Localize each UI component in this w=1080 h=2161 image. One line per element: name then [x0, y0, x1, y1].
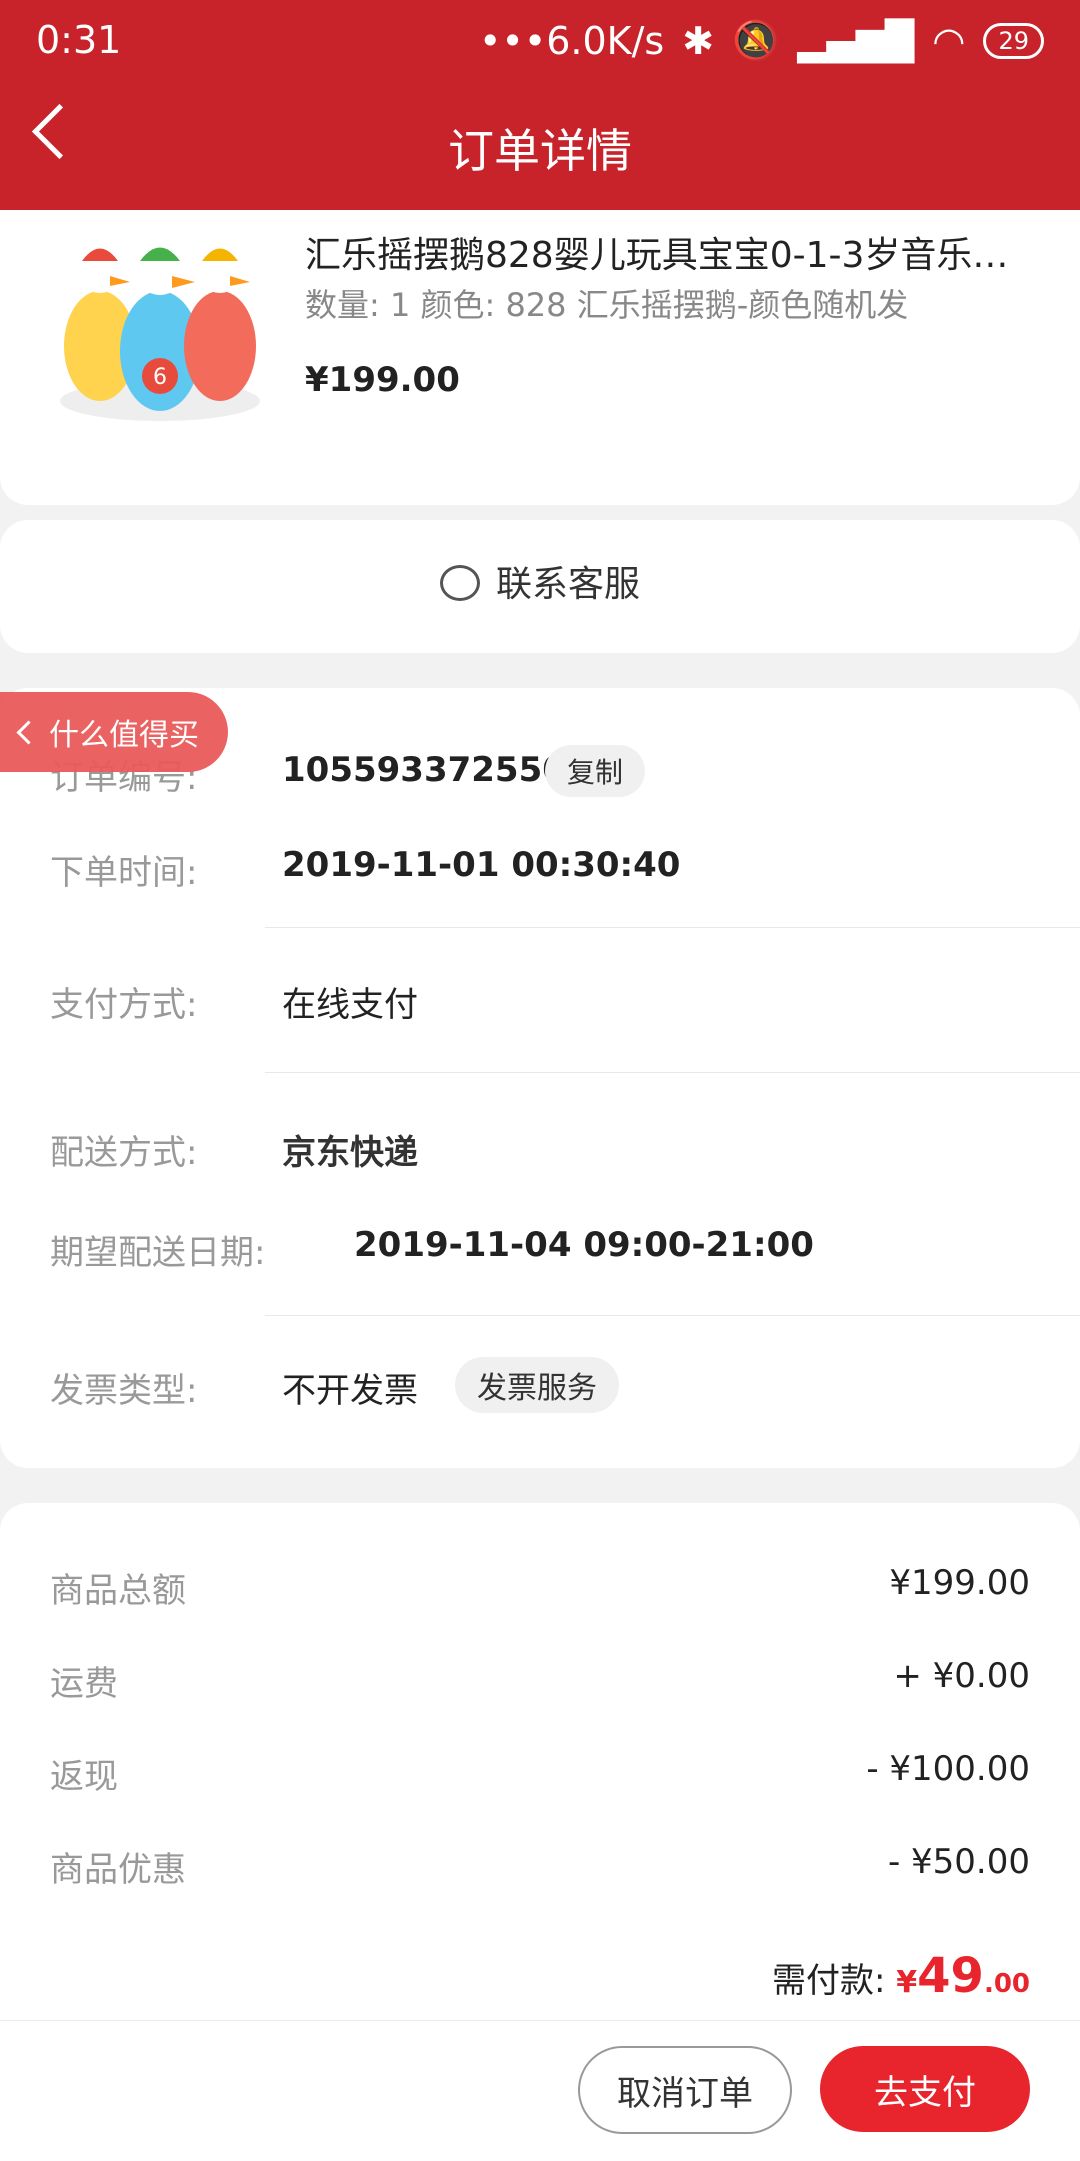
cancel-order-button[interactable]: 取消订单 [578, 2046, 792, 2134]
page-title: 订单详情 [448, 124, 632, 178]
svg-text:6: 6 [153, 365, 167, 390]
battery-icon: 29 [983, 22, 1044, 59]
wifi-icon: ◠ [932, 18, 966, 63]
contact-service-button[interactable]: 联系客服 [0, 555, 1080, 607]
payment-label: 支付方式: [50, 985, 198, 1025]
product-title[interactable]: 汇乐摇摆鹅828婴儿玩具宝宝0-1-3岁音乐早... [305, 226, 1025, 278]
bluetooth-icon: ✱ [682, 18, 715, 63]
summary-label-discount: 商品优惠 [50, 1850, 186, 1890]
invoice-service-button[interactable]: 发票服务 [455, 1357, 619, 1413]
summary-label-shipping: 运费 [50, 1664, 118, 1704]
invoice-value: 不开发票 [282, 1371, 418, 1411]
expected-date-value: 2019-11-04 09:00-21:00 [354, 1225, 814, 1265]
product-spec: 数量: 1 颜色: 828 汇乐摇摆鹅-颜色随机发 [305, 286, 909, 324]
summary-value-total: ¥199.00 [889, 1563, 1030, 1603]
amount-due-currency: ¥ [896, 1965, 918, 2000]
amount-due: 需付款: ¥49.00 [772, 1948, 1030, 2004]
order-time-value: 2019-11-01 00:30:40 [282, 845, 681, 885]
signal-icon: ▂▄▆█ [797, 18, 915, 63]
app-header: 0:31 •••6.0K/s ✱ 🔕 ▂▄▆█ ◠ 29 订单详情 [0, 0, 1080, 210]
summary-value-discount: - ¥50.00 [887, 1842, 1030, 1882]
copy-button[interactable]: 复制 [545, 745, 646, 797]
expected-date-label: 期望配送日期: [50, 1233, 266, 1273]
product-price: ¥199.00 [305, 360, 460, 400]
pay-button[interactable]: 去支付 [820, 2046, 1030, 2132]
product-image: 6 [60, 247, 260, 421]
summary-label-total: 商品总额 [50, 1571, 186, 1611]
floating-return-badge[interactable]: 什么值得买 [0, 692, 228, 772]
summary-label-cashback: 返现 [50, 1757, 118, 1797]
status-time: 0:31 [36, 18, 122, 62]
network-speed: •••6.0K/s [479, 18, 665, 63]
divider [265, 1315, 1080, 1316]
amount-due-label: 需付款: [771, 1961, 886, 2001]
floating-badge-label: 什么值得买 [49, 718, 199, 753]
order-info-card [0, 688, 1080, 1468]
mute-icon: 🔕 [732, 18, 780, 62]
contact-service-label: 联系客服 [495, 564, 640, 605]
chevron-left-icon [16, 719, 41, 745]
summary-value-shipping: + ¥0.00 [893, 1656, 1030, 1696]
amount-due-decimal: .00 [983, 1969, 1030, 1999]
order-no-value: 105593372550 [282, 750, 566, 790]
divider [265, 927, 1080, 928]
amount-due-integer: 49 [917, 1948, 984, 2004]
divider [265, 1072, 1080, 1073]
order-time-label: 下单时间: [50, 853, 198, 893]
payment-value: 在线支付 [282, 985, 418, 1025]
delivery-label: 配送方式: [50, 1133, 198, 1173]
status-icons: •••6.0K/s ✱ 🔕 ▂▄▆█ ◠ 29 [479, 18, 1044, 63]
summary-value-cashback: - ¥100.00 [866, 1749, 1030, 1789]
delivery-value: 京东快递 [282, 1133, 418, 1173]
chat-icon [439, 565, 480, 601]
invoice-label: 发票类型: [50, 1371, 198, 1411]
